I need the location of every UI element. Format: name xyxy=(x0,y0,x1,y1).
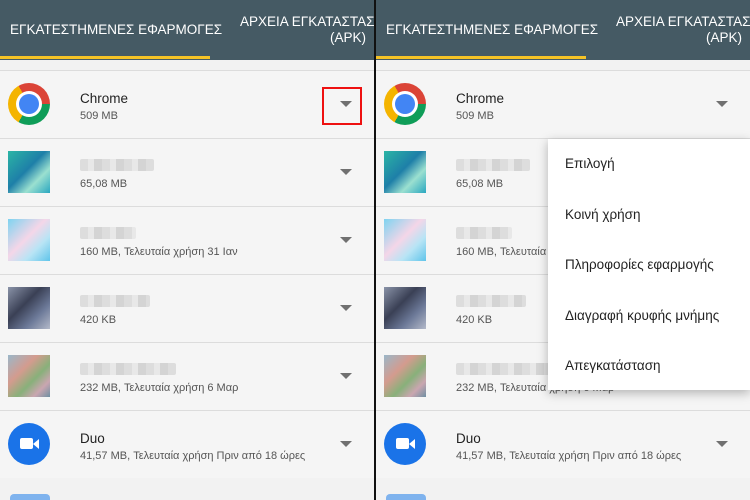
menu-item-uninstall[interactable]: Απεγκατάσταση xyxy=(565,358,661,373)
app-details: 41,57 MB, Τελευταία χρήση Πριν από 18 ώρ… xyxy=(80,450,306,462)
app-name: Duo xyxy=(456,431,481,446)
app-details: 65,08 MB xyxy=(80,178,128,190)
chevron-down-icon[interactable] xyxy=(340,305,352,311)
app-row-duo[interactable]: Duo 41,57 MB, Τελευταία χρήση Πριν από 1… xyxy=(0,410,374,478)
tab-apk-label-line2: (APK) xyxy=(705,30,742,45)
app-list: Chrome 509 MB 65,08 MB 160 MB, Τελευταία… xyxy=(0,70,374,478)
left-screenshot: ΕΓΚΑΤΕΣΤΗΜΕΝΕΣ ΕΦΑΡΜΟΓΕΣ ΑΡΧΕΙΑ ΕΓΚΑΤΑΣΤ… xyxy=(0,0,374,500)
tab-bar: ΕΓΚΑΤΕΣΤΗΜΕΝΕΣ ΕΦΑΡΜΟΓΕΣ ΑΡΧΕΙΑ ΕΓΚΑΤΑΣΤ… xyxy=(0,0,374,60)
menu-item-select[interactable]: Επιλογή xyxy=(565,156,615,171)
tab-apk-label-line2: (APK) xyxy=(329,30,366,45)
blurred-app-name xyxy=(456,295,526,307)
blurred-app-icon xyxy=(384,151,426,193)
app-name: Chrome xyxy=(456,91,505,106)
blurred-app-name xyxy=(456,363,552,375)
tab-apk-label-line1: ΑΡΧΕΙΑ ΕΓΚΑΤΑΣΤΑΣΗΣ xyxy=(240,14,374,29)
app-name: Duo xyxy=(80,431,105,446)
menu-item-clear-cache[interactable]: Διαγραφή κρυφής μνήμης xyxy=(565,308,719,323)
blurred-app-icon xyxy=(384,355,426,397)
app-details: 65,08 MB xyxy=(456,178,504,190)
chevron-down-icon[interactable] xyxy=(340,169,352,175)
tab-installed-label: ΕΓΚΑΤΕΣΤΗΜΕΝΕΣ ΕΦΑΡΜΟΓΕΣ xyxy=(386,22,599,37)
menu-item-share[interactable]: Κοινή χρήση xyxy=(565,207,640,222)
menu-item-app-info[interactable]: Πληροφορίες εφαρμογής xyxy=(565,257,714,272)
highlight-box xyxy=(322,87,362,125)
blurred-app-name xyxy=(456,227,512,239)
blurred-app-name xyxy=(80,295,150,307)
blurred-app-icon xyxy=(384,287,426,329)
blurred-app-icon xyxy=(8,219,50,261)
tab-indicator xyxy=(0,56,210,59)
app-details: 232 MB, Τελευταία χρήση 6 Μαρ xyxy=(80,382,239,394)
partial-app-icon xyxy=(386,494,426,500)
app-row[interactable]: 160 MB, Τελευταία χρήση 31 Ιαν xyxy=(0,206,374,274)
tab-installed-apps[interactable]: ΕΓΚΑΤΕΣΤΗΜΕΝΕΣ ΕΦΑΡΜΟΓΕΣ xyxy=(10,0,222,60)
blurred-app-icon xyxy=(8,287,50,329)
app-details: 420 KB xyxy=(80,314,117,326)
chevron-down-icon[interactable] xyxy=(716,101,728,107)
app-row-chrome[interactable]: Chrome 509 MB xyxy=(0,70,374,138)
tab-bar: ΕΓΚΑΤΕΣΤΗΜΕΝΕΣ ΕΦΑΡΜΟΓΕΣ ΑΡΧΕΙΑ ΕΓΚΑΤΑΣΤ… xyxy=(376,0,750,60)
duo-icon xyxy=(384,423,426,465)
blurred-app-name xyxy=(80,363,176,375)
app-details: 41,57 MB, Τελευταία χρήση Πριν από 18 ώρ… xyxy=(456,450,682,462)
blurred-app-name xyxy=(456,159,530,171)
tab-apk-label-line1: ΑΡΧΕΙΑ ΕΓΚΑΤΑΣΤΑΣΗΣ xyxy=(616,14,750,29)
tab-installed-apps[interactable]: ΕΓΚΑΤΕΣΤΗΜΕΝΕΣ ΕΦΑΡΜΟΓΕΣ xyxy=(386,0,598,60)
app-row-chrome[interactable]: Chrome 509 MB xyxy=(376,70,750,138)
app-row[interactable]: 65,08 MB xyxy=(0,138,374,206)
app-details: 160 MB, Τελευταία χρήση 31 Ιαν xyxy=(80,246,238,258)
chrome-icon xyxy=(8,83,50,125)
chrome-icon xyxy=(384,83,426,125)
screen: ΕΓΚΑΤΕΣΤΗΜΕΝΕΣ ΕΦΑΡΜΟΓΕΣ ΑΡΧΕΙΑ ΕΓΚΑΤΑΣΤ… xyxy=(0,0,750,500)
partial-app-icon xyxy=(10,494,50,500)
app-context-menu: Επιλογή Κοινή χρήση Πληροφορίες εφαρμογή… xyxy=(548,139,750,390)
app-details: 420 KB xyxy=(456,314,493,326)
tab-apk-files[interactable]: ΑΡΧΕΙΑ ΕΓΚΑΤΑΣΤΑΣΗΣ (APK) xyxy=(240,0,374,60)
app-details: 509 MB xyxy=(80,110,118,122)
tab-apk-files[interactable]: ΑΡΧΕΙΑ ΕΓΚΑΤΑΣΤΑΣΗΣ (APK) xyxy=(616,0,750,60)
blurred-app-name xyxy=(80,159,154,171)
app-row-duo[interactable]: Duo 41,57 MB, Τελευταία χρήση Πριν από 1… xyxy=(376,410,750,478)
duo-icon xyxy=(8,423,50,465)
app-name: Chrome xyxy=(80,91,129,106)
app-row[interactable]: 232 MB, Τελευταία χρήση 6 Μαρ xyxy=(0,342,374,410)
list-top-gap xyxy=(0,60,374,70)
chevron-down-icon[interactable] xyxy=(340,441,352,447)
chevron-down-icon[interactable] xyxy=(340,237,352,243)
app-row[interactable]: 420 KB xyxy=(0,274,374,342)
tab-installed-label: ΕΓΚΑΤΕΣΤΗΜΕΝΕΣ ΕΦΑΡΜΟΓΕΣ xyxy=(10,22,223,37)
blurred-app-icon xyxy=(384,219,426,261)
blurred-app-icon xyxy=(8,355,50,397)
blurred-app-icon xyxy=(8,151,50,193)
tab-indicator xyxy=(376,56,586,59)
list-top-gap xyxy=(376,60,750,70)
chevron-down-icon[interactable] xyxy=(716,441,728,447)
chevron-down-icon[interactable] xyxy=(340,373,352,379)
app-details: 509 MB xyxy=(456,110,494,122)
blurred-app-name xyxy=(80,227,136,239)
